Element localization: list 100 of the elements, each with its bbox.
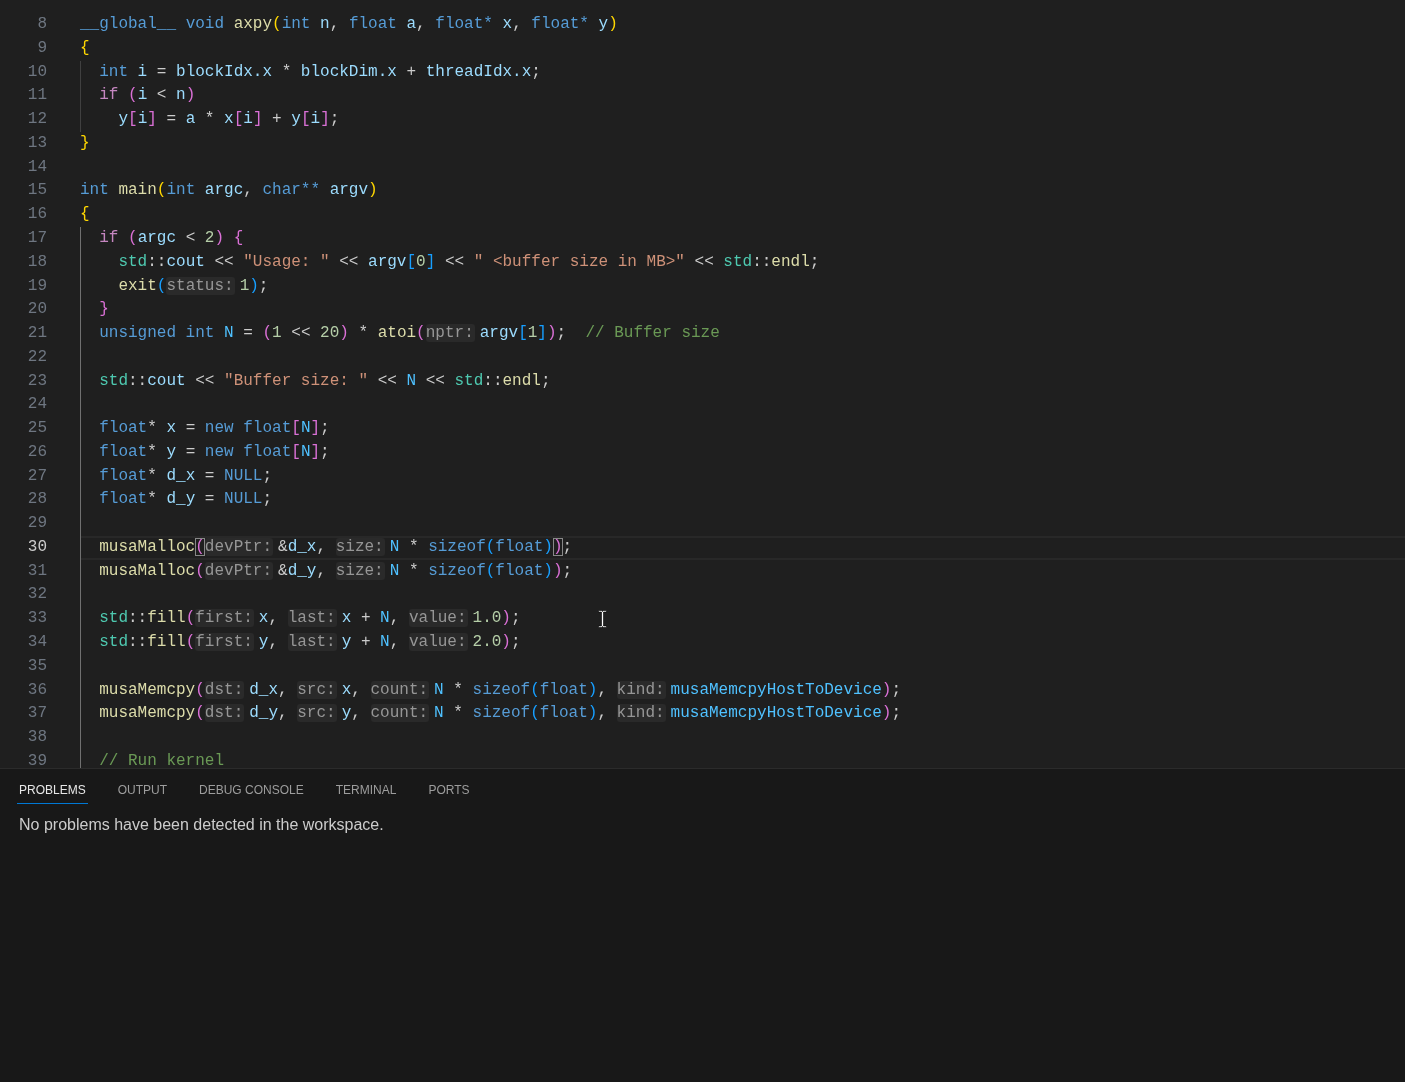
line-number: 25 xyxy=(27,419,47,438)
code-text: musaMalloc( xyxy=(99,561,205,580)
line-number: 8 xyxy=(37,15,47,34)
inlay-hint: first: xyxy=(195,633,254,651)
panel-tab[interactable]: PROBLEMS xyxy=(17,779,88,804)
code-text: float* y = new float[N]; xyxy=(99,442,330,461)
code-text: ; xyxy=(562,537,573,556)
line-number: 15 xyxy=(27,181,47,200)
inlay-hint: src: xyxy=(297,680,337,699)
code-text: float* x = new float[N]; xyxy=(99,419,330,438)
code-text: int i = blockIdx.x * blockDim.x + threadIdx.x; xyxy=(99,62,541,81)
code-text: d_x, xyxy=(249,680,288,699)
code-text: d_y, xyxy=(249,704,288,723)
code-text: y, xyxy=(341,704,361,723)
code-text: N * sizeof(float), xyxy=(434,680,607,699)
panel-tab[interactable]: PORTS xyxy=(426,779,472,804)
code-text: } xyxy=(80,133,90,152)
line-number: 31 xyxy=(27,561,47,580)
matched-bracket: ) xyxy=(552,537,563,556)
line-number: 34 xyxy=(27,633,47,651)
code-text: __global__ void axpy(int n, float a, float* x, float* y) xyxy=(80,15,618,34)
code-text: std::cout << "Usage: " << argv[0] << " <buffer size in MB>" << std::endl; xyxy=(118,252,820,271)
matched-bracket: ( xyxy=(195,537,205,556)
code-text: y + N, xyxy=(341,633,400,651)
inlay-hint: value: xyxy=(408,609,468,628)
code-text: argv[1]); xyxy=(479,324,567,343)
inlay-hint: last: xyxy=(287,633,337,651)
line-number: 20 xyxy=(27,300,47,319)
code-text: x, xyxy=(341,680,361,699)
panel-tab[interactable]: TERMINAL xyxy=(333,779,399,804)
inlay-hint: size: xyxy=(335,537,385,556)
text-cursor-icon xyxy=(598,610,607,628)
code-text: musaMemcpyHostToDevice); xyxy=(670,704,902,723)
code-text: std::fill( xyxy=(99,633,196,651)
code-text: &d_y, xyxy=(278,561,327,580)
line-number: 10 xyxy=(27,62,47,81)
line-number: 11 xyxy=(27,86,47,105)
code-comment: // Run kernel xyxy=(99,751,225,768)
code-text: exit( xyxy=(118,276,167,295)
code-text: N * sizeof(float) xyxy=(389,537,553,556)
line-number: 17 xyxy=(27,229,47,247)
code-text: std::fill( xyxy=(99,609,196,628)
panel-tab[interactable]: OUTPUT xyxy=(115,779,170,804)
line-number: 16 xyxy=(27,205,47,224)
inlay-hint: devPtr: xyxy=(204,537,274,556)
code-comment: // Buffer size xyxy=(585,324,720,343)
inlay-hint: kind: xyxy=(616,704,666,723)
line-number: 30 xyxy=(27,537,47,556)
inlay-hint: kind: xyxy=(616,680,666,699)
code-text: { xyxy=(80,38,90,57)
code-text: y, xyxy=(258,633,279,651)
line-number: 12 xyxy=(27,110,47,129)
line-number: 35 xyxy=(27,656,47,675)
code-text: 2.0); xyxy=(472,633,521,651)
code-text: x + N, xyxy=(341,609,400,628)
inlay-hint: size: xyxy=(335,561,385,580)
inlay-hint: count: xyxy=(370,704,430,723)
panel-tab[interactable]: DEBUG CONSOLE xyxy=(197,779,306,804)
code-text: y[i] = a * x[i] + y[i]; xyxy=(118,110,340,129)
inlay-hint: last: xyxy=(287,609,337,628)
inlay-hint: dst: xyxy=(204,704,245,723)
problems-message: No problems have been detected in the workspace. xyxy=(19,815,384,835)
line-number: 38 xyxy=(27,728,47,747)
code-text: musaMalloc xyxy=(99,537,196,556)
inlay-hint: status: xyxy=(166,276,235,295)
code-text: { xyxy=(80,205,90,224)
line-number: 9 xyxy=(37,38,47,57)
line-number: 27 xyxy=(27,466,47,485)
code-text: } xyxy=(99,300,109,319)
inlay-hint: dst: xyxy=(204,680,245,699)
code-text: unsigned int N = (1 << 20) * atoi( xyxy=(99,324,426,343)
line-number: 26 xyxy=(27,442,47,461)
line-number: 39 xyxy=(27,751,47,768)
line-number: 36 xyxy=(27,680,47,699)
line-number: 24 xyxy=(27,395,47,414)
inlay-hint: devPtr: xyxy=(204,561,274,580)
line-number: 29 xyxy=(27,514,47,533)
inlay-hint: value: xyxy=(408,633,468,651)
line-number: 33 xyxy=(27,609,47,628)
code-text: musaMemcpyHostToDevice); xyxy=(670,680,902,699)
line-number: 13 xyxy=(27,133,47,152)
line-number: 37 xyxy=(27,704,47,723)
code-text: N * sizeof(float)); xyxy=(389,561,573,580)
line-number: 21 xyxy=(27,324,47,343)
inlay-hint: nptr: xyxy=(425,324,475,343)
code-text: musaMemcpy( xyxy=(99,704,205,723)
code-text: int main(int argc, char** argv) xyxy=(80,181,378,200)
line-number: 22 xyxy=(27,347,47,366)
code-text: &d_x, xyxy=(278,537,327,556)
code-text: float* d_x = NULL; xyxy=(99,466,273,485)
line-number: 14 xyxy=(27,157,47,176)
line-number: 23 xyxy=(27,371,47,390)
code-text: 1); xyxy=(239,276,269,295)
inlay-hint: count: xyxy=(370,680,430,699)
code-text: x, xyxy=(258,609,279,628)
code-text: 1.0); xyxy=(472,609,521,628)
code-text: N * sizeof(float), xyxy=(434,704,607,723)
line-number: 28 xyxy=(27,490,47,509)
code-text: float* d_y = NULL; xyxy=(99,490,273,509)
line-number: 18 xyxy=(27,252,47,271)
